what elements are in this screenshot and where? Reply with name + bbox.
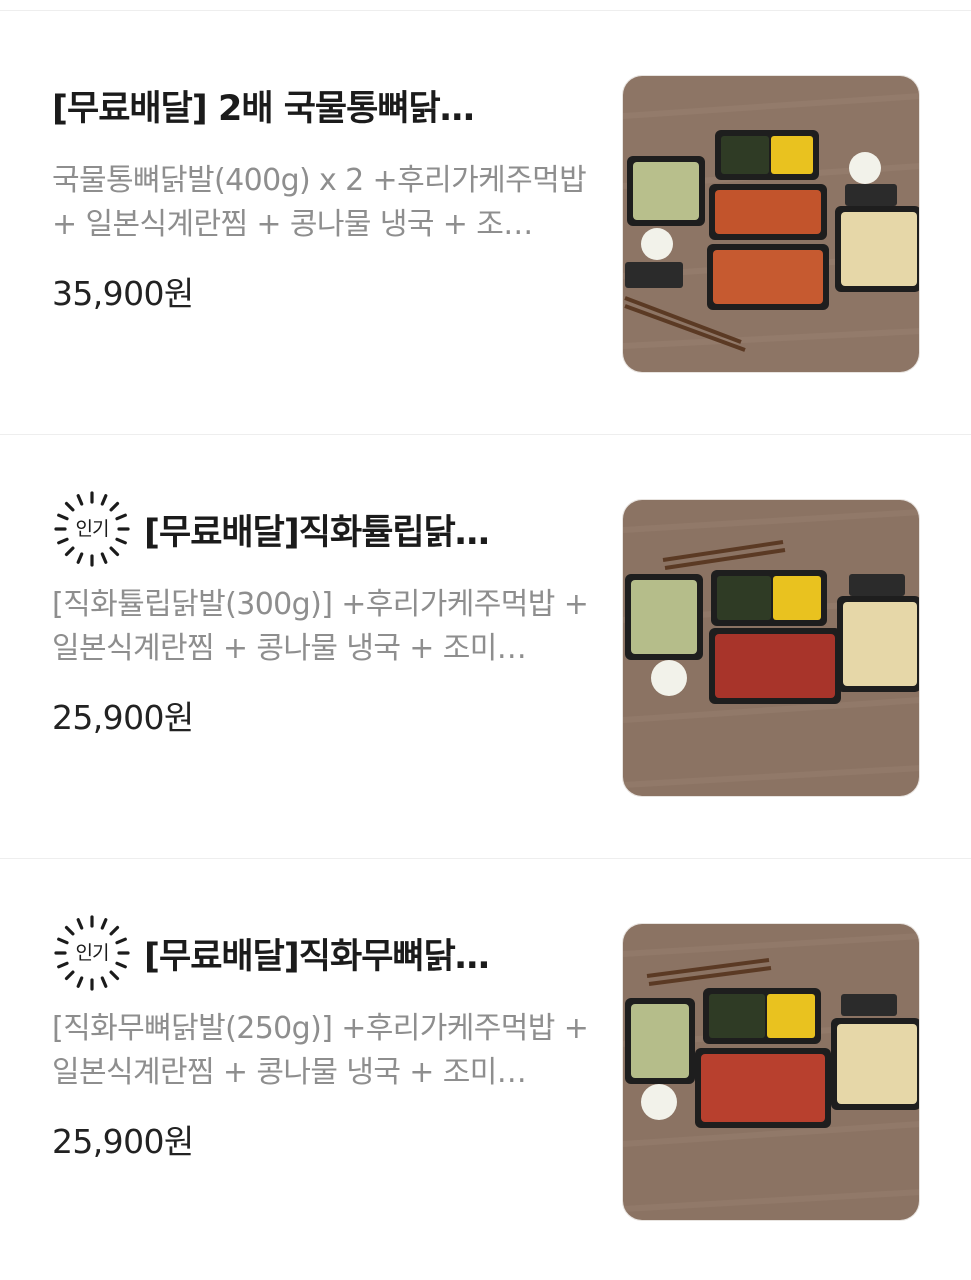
food-photo-icon	[623, 76, 919, 372]
title-row: 인기 [무료배달]직화무뼈닭…	[52, 915, 597, 991]
menu-item[interactable]: 인기 [무료배달]직화튤립닭… [직화튤립닭발(300g)] +후리가케주먹밥 …	[0, 435, 971, 859]
menu-item-title: [무료배달] 2배 국물통뼈닭…	[52, 88, 474, 129]
menu-item[interactable]: 인기 [무료배달]직화무뼈닭… [직화무뼈닭발(250g)] +후리가케주먹밥 …	[0, 859, 971, 1280]
menu-item-description: [직화무뼈닭발(250g)] +후리가케주먹밥 + 일본식계란찜 + 콩나물 냉…	[52, 1011, 589, 1090]
food-photo-icon	[623, 500, 919, 796]
menu-item-text: 인기 [무료배달]직화무뼈닭… [직화무뼈닭발(250g)] +후리가케주먹밥 …	[52, 915, 597, 1163]
menu-item-description: 국물통뼈닭발(400g) x 2 +후리가케주먹밥 + 일본식계란찜 + 콩나물…	[52, 163, 587, 242]
menu-list: [무료배달] 2배 국물통뼈닭… 국물통뼈닭발(400g) x 2 +후리가케주…	[0, 11, 971, 1280]
menu-item-image	[622, 75, 920, 373]
menu-item-title: [무료배달]직화튤립닭…	[144, 512, 489, 553]
menu-item-title: [무료배달]직화무뼈닭…	[144, 936, 489, 977]
menu-item-image	[622, 499, 920, 797]
menu-item-price: 25,900원	[52, 1122, 194, 1161]
popular-badge: 인기	[52, 489, 132, 569]
title-row: [무료배달] 2배 국물통뼈닭…	[52, 77, 597, 133]
menu-item-description: [직화튤립닭발(300g)] +후리가케주먹밥 + 일본식계란찜 + 콩나물 냉…	[52, 587, 589, 666]
title-row: 인기 [무료배달]직화튤립닭…	[52, 491, 597, 567]
menu-item-price: 25,900원	[52, 698, 194, 737]
popular-badge: 인기	[52, 913, 132, 993]
badge-label: 인기	[75, 942, 110, 964]
menu-item-text: 인기 [무료배달]직화튤립닭… [직화튤립닭발(300g)] +후리가케주먹밥 …	[52, 491, 597, 739]
menu-item-price: 35,900원	[52, 274, 194, 313]
badge-label: 인기	[75, 518, 110, 540]
menu-item-text: [무료배달] 2배 국물통뼈닭… 국물통뼈닭발(400g) x 2 +후리가케주…	[52, 77, 597, 315]
food-photo-icon	[623, 924, 919, 1220]
menu-item-image	[622, 923, 920, 1221]
menu-item[interactable]: [무료배달] 2배 국물통뼈닭… 국물통뼈닭발(400g) x 2 +후리가케주…	[0, 11, 971, 435]
